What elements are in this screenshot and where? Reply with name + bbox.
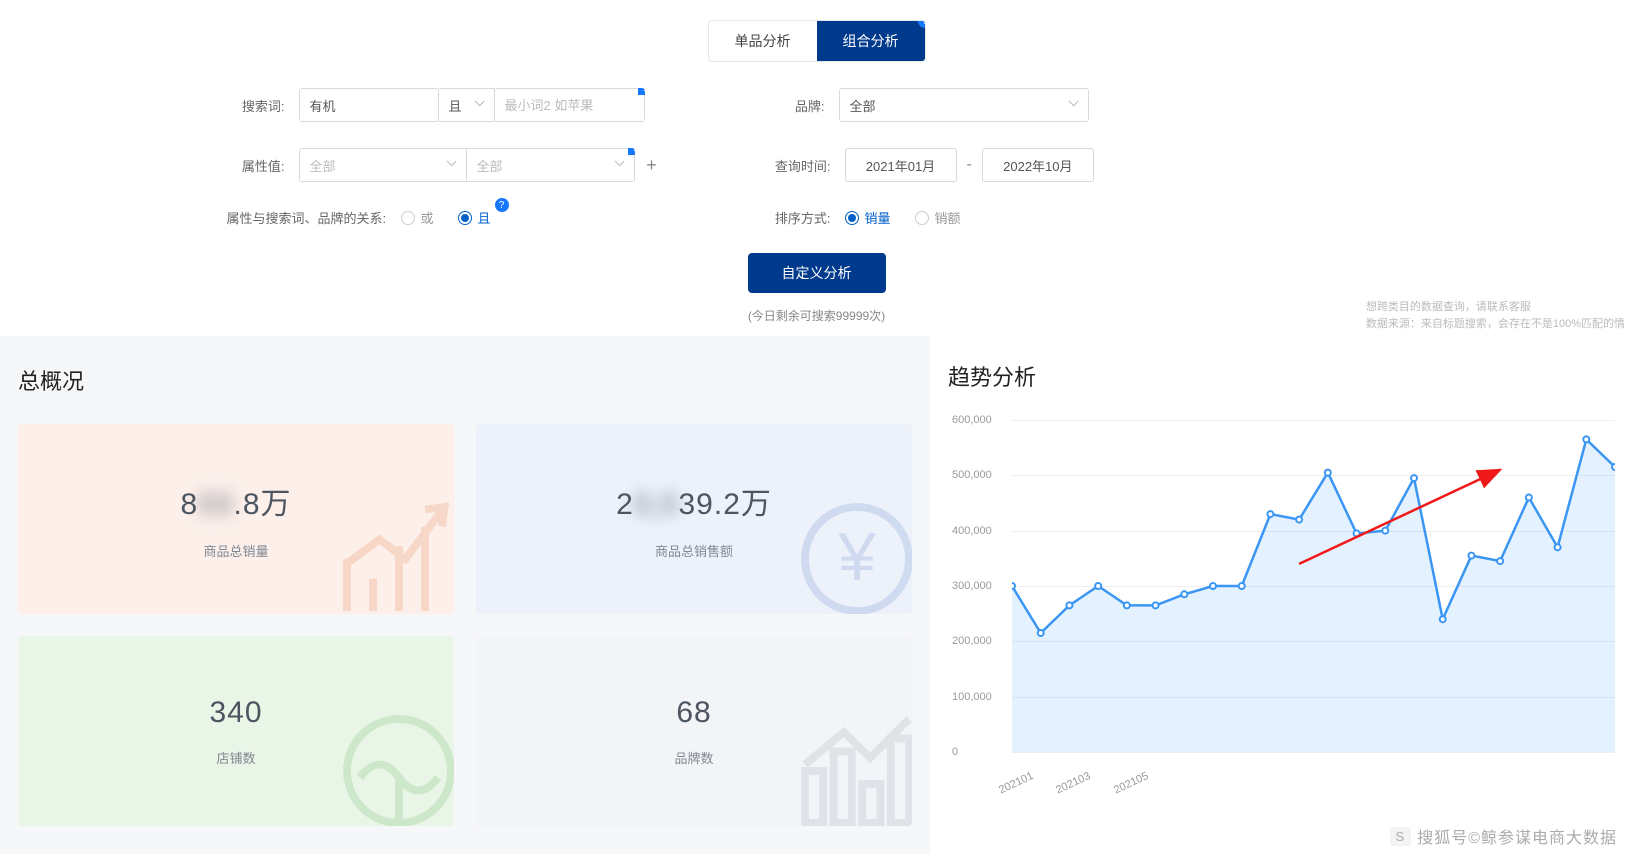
- y-axis-label: 0: [952, 746, 958, 758]
- analysis-tabs: 单品分析 组合分析 ?: [708, 20, 926, 62]
- y-axis-label: 200,000: [952, 635, 992, 647]
- watermark-badge: S: [1390, 827, 1412, 846]
- card-value-hidden: 0,0: [634, 488, 679, 521]
- y-axis-label: 500,000: [952, 469, 992, 481]
- card-brand-count: 68 品牌数: [476, 636, 912, 826]
- submit-button[interactable]: 自定义分析: [748, 253, 886, 293]
- sort-amount-label: 销额: [935, 208, 961, 227]
- chevron-down-icon: [474, 100, 484, 110]
- overview-panel: 总概况 800.8万 商品总销量 20,039.2万 商品总销售额 ¥: [0, 336, 930, 854]
- svg-text:¥: ¥: [837, 520, 876, 595]
- trend-chart: 0100,000200,000300,000400,000500,000600,…: [948, 420, 1615, 780]
- help-icon[interactable]: ?: [638, 88, 645, 95]
- yen-icon: ¥: [792, 494, 912, 614]
- sort-volume-label: 销量: [865, 208, 891, 227]
- relation-or-label: 或: [421, 208, 434, 227]
- card-value-hidden: 00: [198, 488, 233, 521]
- card-label: 商品总销量: [203, 541, 268, 560]
- label-query-time: 查询时间:: [767, 156, 831, 175]
- date-from-input[interactable]: [845, 148, 957, 182]
- card-total-amount: 20,039.2万 商品总销售额 ¥: [476, 424, 912, 614]
- y-axis-label: 600,000: [952, 414, 992, 426]
- card-value-suffix: 39.2万: [679, 488, 772, 521]
- attr-select-a-value: 全部: [310, 156, 336, 175]
- filter-panel: 单品分析 组合分析 ? 搜索词: 且 ?: [0, 0, 1633, 336]
- card-value: 340: [209, 696, 262, 730]
- attr-select-b-value: 全部: [477, 156, 503, 175]
- data-source-note: 想跨类目的数据查询，请联系客服 数据来源：来自标题搜索，会存在不是100%匹配的…: [1366, 299, 1625, 332]
- sort-volume-radio[interactable]: 销量: [845, 208, 891, 227]
- date-to-input[interactable]: [982, 148, 1094, 182]
- chevron-down-icon: [614, 160, 624, 170]
- relation-or-radio[interactable]: 或: [401, 208, 434, 227]
- search-logic-select[interactable]: 且: [439, 88, 495, 122]
- tab-combo-analysis[interactable]: 组合分析: [817, 21, 925, 61]
- help-icon[interactable]: ?: [628, 148, 635, 155]
- label-search-term: 搜索词:: [227, 96, 285, 115]
- card-shop-count: 340 店铺数: [18, 636, 454, 826]
- help-icon[interactable]: ?: [495, 198, 509, 212]
- card-label: 店铺数: [216, 748, 255, 767]
- chevron-down-icon: [1068, 100, 1078, 110]
- date-separator: -: [967, 156, 972, 174]
- shop-icon: [334, 706, 454, 826]
- relation-and-radio[interactable]: 且 ?: [458, 208, 491, 227]
- overview-title: 总概况: [18, 364, 912, 396]
- search-logic-value: 且: [449, 96, 462, 115]
- relation-and-label: 且: [478, 208, 491, 227]
- card-value: 68: [676, 696, 711, 730]
- watermark: S 搜狐号©鲸参谋电商大数据: [1390, 824, 1617, 848]
- card-value-prefix: 2: [616, 488, 634, 521]
- sort-amount-radio[interactable]: 销额: [915, 208, 961, 227]
- label-sort-mode: 排序方式:: [767, 208, 831, 227]
- chevron-down-icon: [446, 160, 456, 170]
- y-axis-label: 400,000: [952, 525, 992, 537]
- card-value-suffix: .8万: [234, 488, 292, 521]
- bar-chart-icon: [792, 706, 912, 826]
- y-axis-label: 100,000: [952, 691, 992, 703]
- card-label: 品牌数: [674, 748, 713, 767]
- card-total-volume: 800.8万 商品总销量: [18, 424, 454, 614]
- search-term-2-input[interactable]: [495, 88, 645, 122]
- chart-up-icon: [334, 494, 454, 614]
- y-axis-label: 300,000: [952, 580, 992, 592]
- attr-select-b[interactable]: 全部: [467, 148, 635, 182]
- label-brand: 品牌:: [767, 96, 825, 115]
- brand-select-value: 全部: [850, 96, 876, 115]
- x-axis-label: 202103: [1055, 770, 1093, 796]
- watermark-text: 搜狐号©鲸参谋电商大数据: [1417, 824, 1617, 848]
- trend-title: 趋势分析: [948, 360, 1615, 392]
- x-axis-label: 202105: [1112, 770, 1150, 796]
- card-value-prefix: 8: [180, 488, 198, 521]
- label-attr-relation: 属性与搜索词、品牌的关系:: [227, 208, 387, 227]
- tab-single-analysis[interactable]: 单品分析: [709, 21, 817, 61]
- x-axis-label: 202101: [997, 770, 1035, 796]
- search-term-input[interactable]: [299, 88, 439, 122]
- label-attr-value: 属性值:: [227, 156, 285, 175]
- attr-select-a[interactable]: 全部: [299, 148, 467, 182]
- brand-select[interactable]: 全部: [839, 88, 1089, 122]
- add-attr-button[interactable]: +: [635, 148, 669, 182]
- card-label: 商品总销售额: [655, 541, 733, 560]
- trend-panel: 趋势分析 0 100,000 200,000 300,000 400,000 500,00…: [930, 336, 1633, 854]
